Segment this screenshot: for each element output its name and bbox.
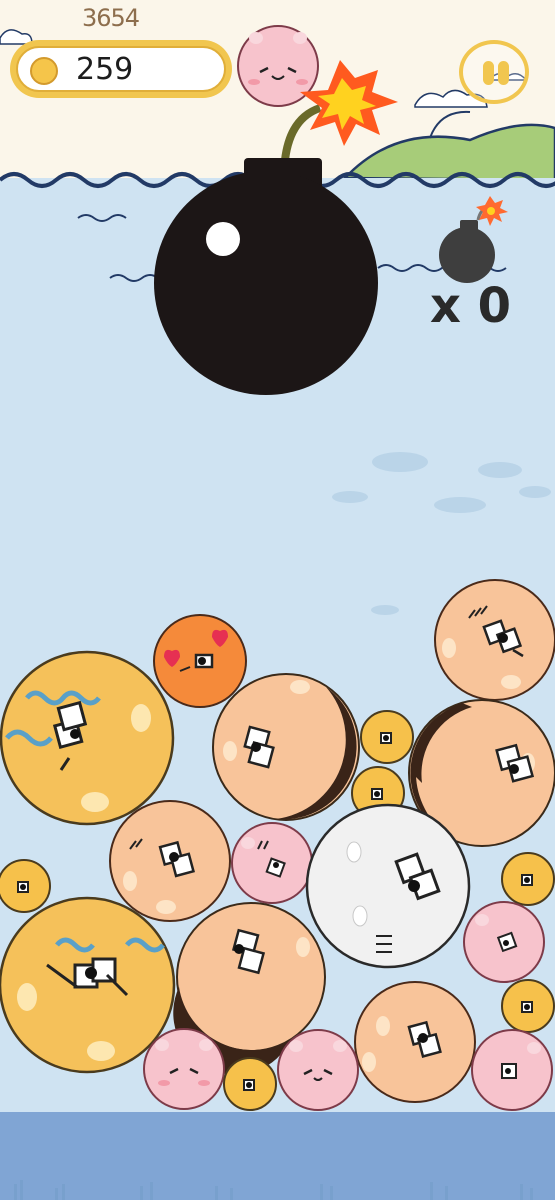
ball-peach[interactable]	[434, 579, 555, 701]
ball-pink[interactable]	[277, 1029, 359, 1111]
pause-icon	[498, 61, 509, 85]
ball-peach[interactable]	[109, 800, 231, 922]
pause-button[interactable]	[459, 40, 529, 104]
ball-yellow-large[interactable]	[0, 650, 175, 826]
game-board[interactable]	[0, 0, 555, 1200]
ball-pink[interactable]	[471, 1029, 553, 1111]
pause-icon	[483, 61, 494, 85]
coin-panel-inner: 259	[16, 46, 226, 92]
ball-peach-dark[interactable]	[212, 673, 360, 821]
ball-orange-hearts[interactable]	[153, 614, 247, 708]
ball-yellow-large[interactable]	[0, 896, 176, 1074]
ball-small-yellow[interactable]	[501, 852, 555, 906]
ball-peach[interactable]	[354, 981, 476, 1103]
ball-pink[interactable]	[463, 901, 545, 983]
coin-panel: 259	[10, 40, 232, 98]
coin-icon	[30, 57, 58, 85]
ball-small-yellow[interactable]	[223, 1057, 277, 1111]
best-score: 3654	[82, 4, 140, 32]
ball-small-yellow[interactable]	[0, 859, 51, 913]
ball-pink[interactable]	[231, 822, 313, 904]
ground-floor	[0, 1112, 555, 1200]
ball-small-yellow[interactable]	[360, 710, 414, 764]
ball-small-yellow[interactable]	[501, 979, 555, 1033]
ball-white[interactable]	[305, 803, 471, 969]
coin-count: 259	[76, 52, 134, 87]
ball-pink[interactable]	[143, 1028, 225, 1110]
bomb-count: x 0	[430, 278, 512, 334]
